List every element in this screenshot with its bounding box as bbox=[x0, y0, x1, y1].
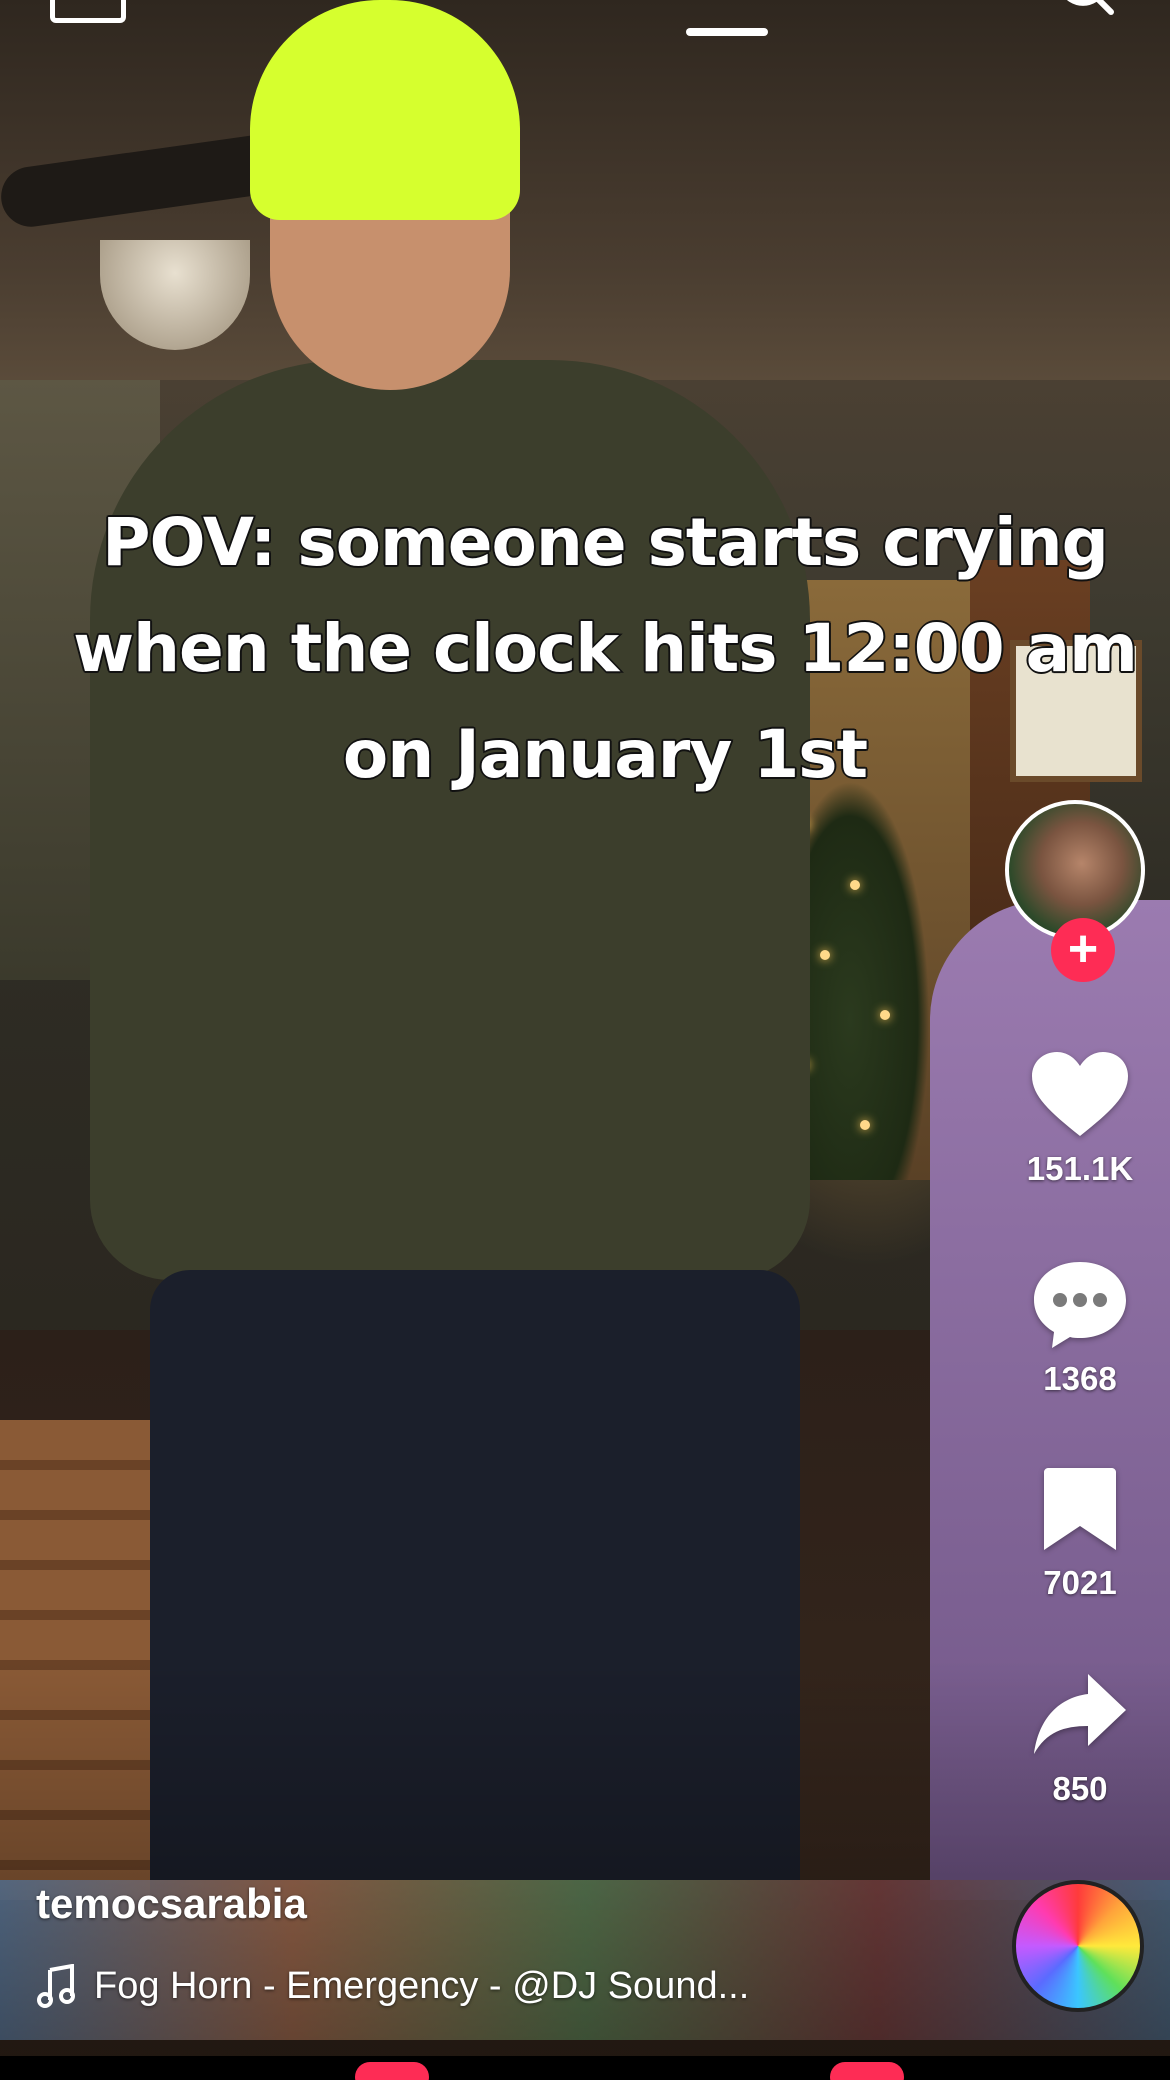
sound-disc[interactable] bbox=[1012, 1880, 1144, 2012]
sound-link[interactable]: Fog Horn - Emergency - @DJ Sound... bbox=[36, 1964, 856, 2008]
search-icon[interactable] bbox=[1055, 0, 1115, 20]
comment-button[interactable]: 1368 bbox=[1000, 1258, 1160, 1398]
sound-title: Fog Horn - Emergency - @DJ Sound... bbox=[94, 1964, 750, 2007]
plus-icon: + bbox=[1067, 920, 1099, 978]
active-tab-indicator bbox=[686, 28, 768, 36]
caption-line: when the clock hits 12:00 am bbox=[72, 609, 1140, 689]
bottom-nav-bar bbox=[0, 2056, 1170, 2080]
creator-username[interactable]: temocsarabia bbox=[36, 1880, 307, 1928]
notification-badge bbox=[830, 2062, 904, 2080]
share-arrow-icon bbox=[1034, 1674, 1126, 1754]
notification-badge bbox=[355, 2062, 429, 2080]
caption-line: on January 1st bbox=[341, 715, 869, 795]
live-icon[interactable] bbox=[50, 0, 126, 23]
share-button[interactable]: 850 bbox=[1000, 1670, 1160, 1808]
like-button[interactable]: 151.1K bbox=[1000, 1050, 1160, 1188]
follow-button[interactable]: + bbox=[1051, 918, 1115, 982]
video-caption-overlay: POV: someone starts crying when the cloc… bbox=[30, 490, 1170, 808]
comment-count: 1368 bbox=[1043, 1360, 1117, 1397]
bookmark-icon bbox=[1044, 1468, 1116, 1550]
comment-bubble-icon bbox=[1034, 1262, 1126, 1348]
music-note-icon bbox=[37, 1964, 75, 2008]
video-player[interactable] bbox=[0, 0, 1170, 2080]
tree-light bbox=[860, 1120, 870, 1130]
share-count: 850 bbox=[1052, 1770, 1108, 1807]
video-feed-screen: POV: someone starts crying when the cloc… bbox=[0, 0, 1170, 2080]
bottom-gradient bbox=[0, 1660, 1170, 2080]
heart-icon bbox=[1032, 1052, 1128, 1136]
tree-light bbox=[820, 950, 830, 960]
tree-light bbox=[850, 880, 860, 890]
save-button[interactable]: 7021 bbox=[1000, 1464, 1160, 1602]
like-count: 151.1K bbox=[1026, 1150, 1134, 1187]
caption-line: POV: someone starts crying bbox=[101, 503, 1111, 583]
tree-light bbox=[880, 1010, 890, 1020]
save-count: 7021 bbox=[1043, 1564, 1117, 1601]
creator-avatar-button[interactable]: + bbox=[1005, 800, 1153, 982]
